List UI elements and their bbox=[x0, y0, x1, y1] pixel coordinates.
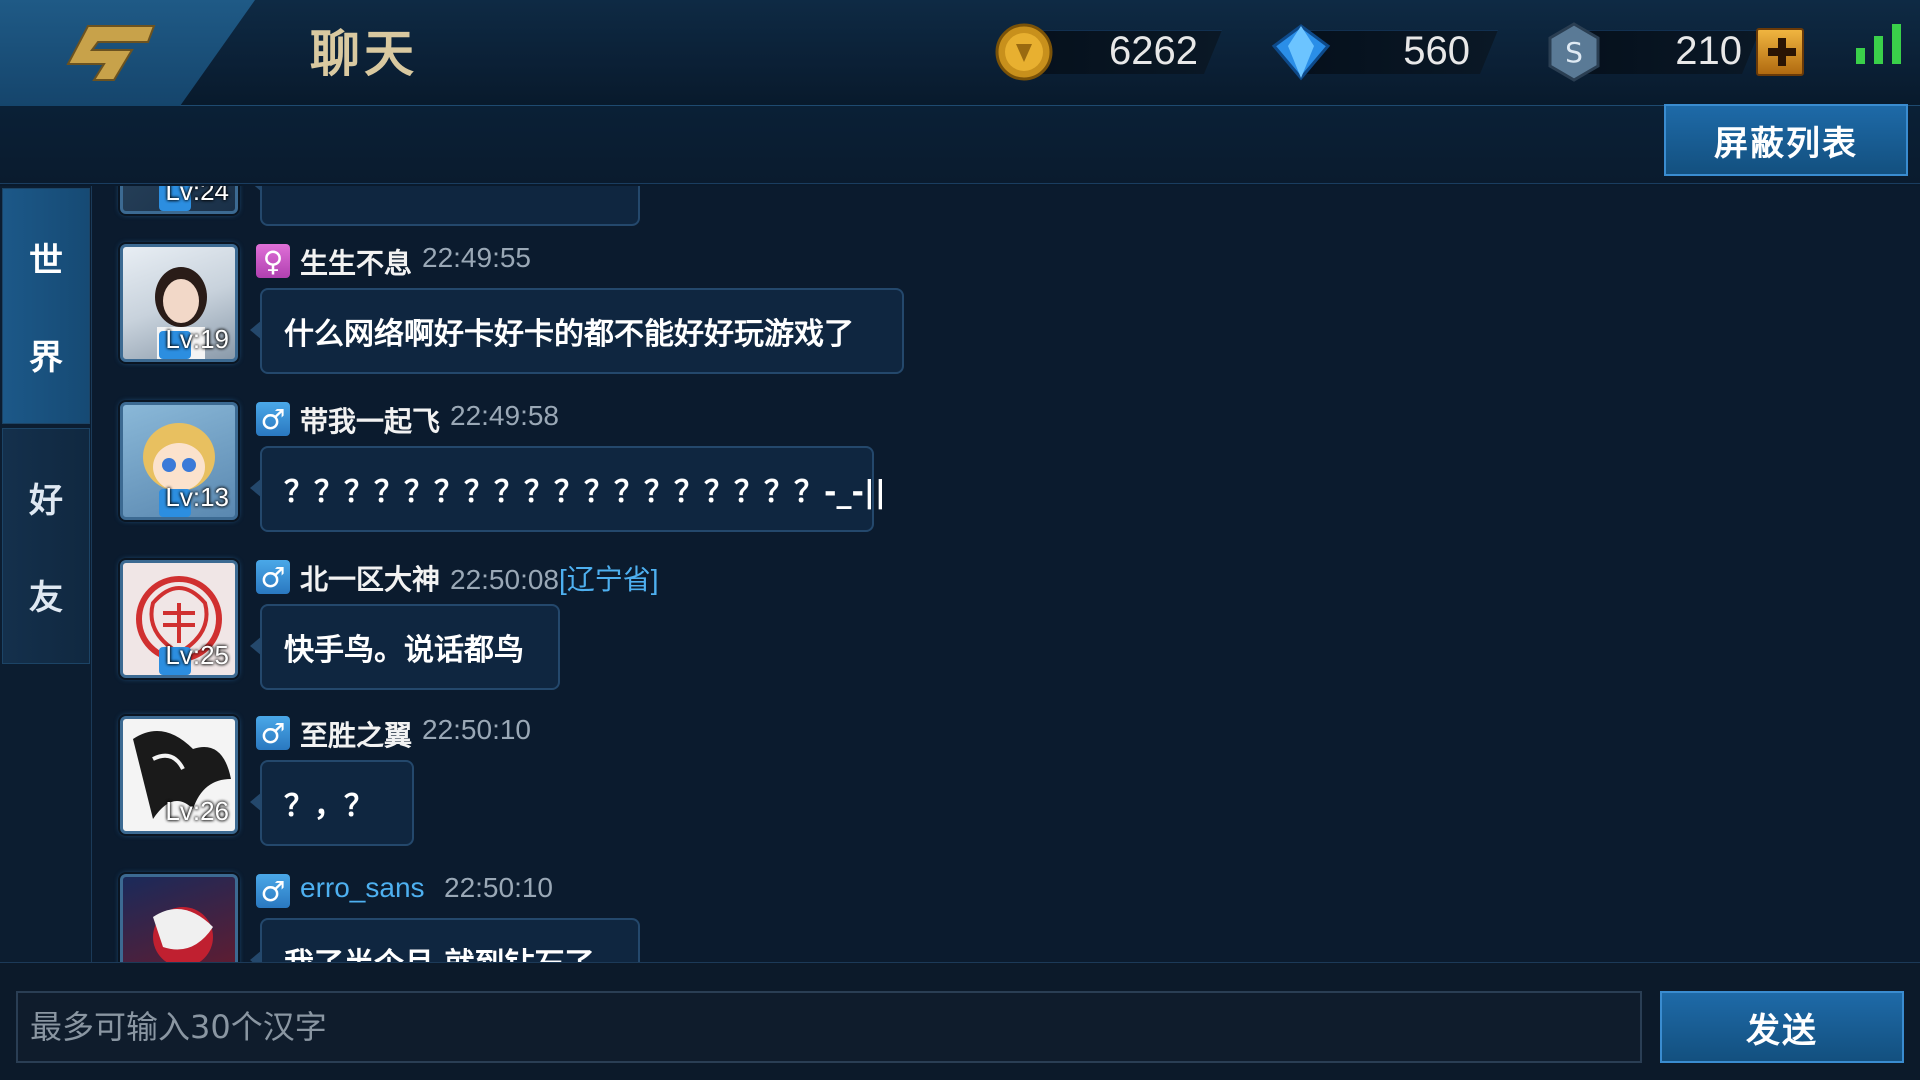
message-time: 22:49:58 bbox=[450, 400, 559, 431]
male-icon: ♂ bbox=[256, 402, 290, 436]
avatar[interactable] bbox=[120, 874, 238, 962]
sender-name[interactable]: 带我一起飞 bbox=[300, 400, 440, 440]
tab-world-label-top: 世 bbox=[29, 241, 63, 281]
avatar[interactable]: Lv:25 bbox=[120, 560, 238, 678]
chat-input-bar: 发送 bbox=[0, 962, 1920, 1080]
message-bubble: ？？？？？？？？？？？？？？？？？？-_-|| bbox=[250, 446, 886, 532]
gold-coin-icon bbox=[995, 23, 1053, 81]
chat-subheader bbox=[0, 106, 1920, 184]
level-label: Lv:24 bbox=[165, 186, 229, 206]
back-button[interactable] bbox=[0, 0, 255, 106]
tab-world[interactable]: 世 界 bbox=[2, 188, 90, 424]
voucher-counter: S 210 bbox=[1546, 22, 1756, 82]
tab-world-label-bottom: 界 bbox=[29, 338, 63, 378]
message-bubble: ？，？ bbox=[250, 760, 414, 846]
diamond-value: 560 bbox=[1403, 29, 1470, 73]
message-time: 22:50:10 bbox=[422, 714, 531, 745]
message-bubble: 快手鸟。说话都鸟 bbox=[250, 604, 560, 690]
gold-value: 6262 bbox=[1109, 29, 1198, 73]
female-icon: ♀ bbox=[256, 244, 290, 278]
sender-name[interactable]: 生生不息 bbox=[300, 242, 412, 282]
message-bubble: 我了半个月 就到钻石了 bbox=[250, 918, 640, 962]
svg-text:S: S bbox=[1565, 36, 1583, 69]
diamond-icon bbox=[1271, 24, 1331, 81]
level-label: Lv:26 bbox=[165, 796, 229, 826]
level-label: Lv:13 bbox=[165, 482, 229, 512]
avatar-portrait-icon bbox=[153, 907, 213, 962]
level-label: Lv:19 bbox=[165, 324, 229, 354]
signal-strength-icon bbox=[1856, 24, 1901, 64]
message-time: 22:50:08 bbox=[450, 564, 559, 595]
tab-friends-label-bottom: 友 bbox=[29, 578, 63, 618]
sender-name[interactable]: 北一区大神 bbox=[300, 558, 440, 598]
tab-friends[interactable]: 好 友 bbox=[2, 428, 90, 664]
message-time: 22:50:10 bbox=[444, 872, 553, 903]
level-label: Lv:25 bbox=[165, 640, 229, 670]
message-bubble: 什么网络啊好卡好卡的都不能好好玩游戏了 bbox=[250, 288, 904, 374]
send-button[interactable]: 发送 bbox=[1660, 991, 1904, 1063]
block-list-button[interactable]: 屏蔽列表 bbox=[1664, 104, 1908, 176]
avatar[interactable]: Lv:19 bbox=[120, 244, 238, 362]
avatar[interactable]: Lv:26 bbox=[120, 716, 238, 834]
region-tag: [辽宁省] bbox=[559, 564, 659, 595]
page-title: 聊天 bbox=[310, 25, 418, 83]
message-time: 22:49:55 bbox=[422, 242, 531, 273]
message-bubble bbox=[250, 186, 640, 226]
sender-name[interactable]: 至胜之翼 bbox=[300, 714, 412, 754]
channel-sidebar: 世 界 好 友 bbox=[0, 186, 92, 966]
voucher-icon: S bbox=[1548, 22, 1600, 82]
male-icon: ♂ bbox=[256, 716, 290, 750]
recharge-plus-button[interactable] bbox=[1756, 28, 1804, 76]
male-icon: ♂ bbox=[256, 560, 290, 594]
tab-friends-label-top: 好 bbox=[29, 481, 63, 521]
avatar[interactable]: Lv:13 bbox=[120, 402, 238, 520]
male-icon: ♂ bbox=[256, 874, 290, 908]
diamond-counter: 560 bbox=[1270, 22, 1506, 81]
voucher-value: 210 bbox=[1675, 29, 1742, 73]
gold-counter: 6262 bbox=[994, 22, 1234, 81]
chat-input[interactable] bbox=[16, 991, 1642, 1063]
back-arrow-icon bbox=[66, 25, 156, 81]
chat-message-list[interactable]: Lv:24 Lv:19 ♀ 生生不息 22:49:55 什么网络啊好卡好卡的都不… bbox=[92, 186, 1920, 962]
sender-name[interactable]: erro_sans bbox=[300, 872, 425, 904]
avatar[interactable]: Lv:24 bbox=[120, 186, 238, 214]
top-bar: 聊天 6262 560 S 210 bbox=[0, 0, 1920, 106]
